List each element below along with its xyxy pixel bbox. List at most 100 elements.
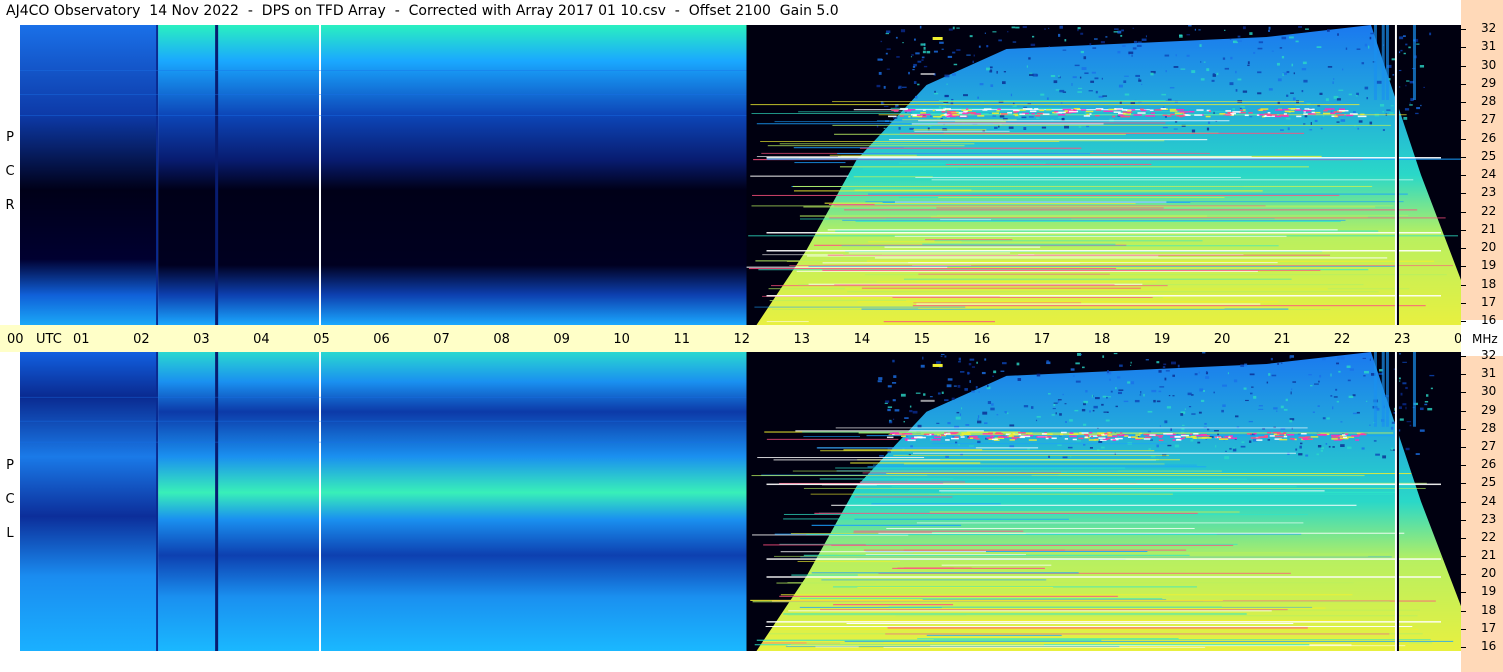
- noise-speckle: [1062, 49, 1067, 51]
- noise-speckle: [1118, 84, 1123, 88]
- noise-speckle: [1204, 422, 1207, 425]
- solar-noise-band: [1345, 433, 1349, 435]
- noise-speckle: [1076, 440, 1081, 442]
- frequency-tick: [1461, 628, 1466, 630]
- noise-speckle: [1340, 444, 1345, 447]
- noise-speckle: [1319, 92, 1323, 95]
- noise-speckle: [1373, 440, 1377, 442]
- noise-speckle: [1064, 403, 1067, 405]
- noise-speckle: [1159, 386, 1165, 388]
- noise-speckle: [919, 25, 922, 29]
- noise-speckle: [903, 420, 905, 423]
- noise-speckle: [1140, 391, 1142, 394]
- noise-speckle: [1089, 43, 1092, 46]
- noise-speckle: [1402, 35, 1406, 38]
- noise-speckle: [1138, 79, 1142, 82]
- noise-speckle: [969, 35, 973, 38]
- noise-speckle: [898, 126, 901, 130]
- noise-speckle: [951, 397, 955, 400]
- noise-speckle: [1338, 370, 1341, 373]
- solar-noise-band: [937, 439, 941, 441]
- noise-speckle: [1036, 416, 1041, 418]
- solar-noise-band: [1143, 433, 1151, 436]
- noise-speckle: [1389, 112, 1394, 115]
- noise-speckle: [1242, 26, 1246, 30]
- noise-speckle: [1165, 370, 1170, 372]
- solar-noise-band: [1302, 109, 1312, 112]
- solar-noise-band: [1298, 436, 1309, 439]
- noise-speckle: [1120, 34, 1123, 37]
- solar-noise-band: [904, 110, 912, 112]
- noise-speckle: [883, 105, 889, 108]
- noise-speckle: [1241, 441, 1245, 443]
- noise-speckle: [910, 56, 913, 58]
- noise-speckle: [1316, 453, 1320, 456]
- noise-speckle: [1167, 98, 1172, 101]
- noise-speckle: [992, 375, 994, 377]
- solar-noise-band: [1012, 109, 1020, 112]
- noise-speckle: [1280, 129, 1284, 131]
- solar-noise-band: [986, 437, 994, 439]
- utc-tick-label: 13: [793, 332, 811, 347]
- rcp-letter-r: P: [6, 130, 14, 145]
- solar-noise-band: [945, 439, 950, 441]
- noise-speckle: [1084, 72, 1089, 75]
- solar-noise-band: [1323, 112, 1331, 115]
- noise-speckle: [1130, 381, 1135, 385]
- rfi-line: [850, 462, 981, 464]
- noise-speckle: [1321, 447, 1324, 450]
- solar-noise-band: [1057, 114, 1066, 116]
- noise-speckle: [1181, 424, 1185, 426]
- noise-speckle: [1322, 115, 1325, 117]
- noise-speckle: [1122, 45, 1126, 48]
- noise-speckle: [1303, 123, 1306, 125]
- solar-noise-band: [1127, 110, 1131, 112]
- rfi-line: [840, 563, 1154, 565]
- solar-noise-band: [1360, 113, 1365, 116]
- noise-speckle: [953, 63, 958, 66]
- noise-speckle: [1427, 407, 1433, 411]
- noise-speckle: [1235, 89, 1238, 92]
- frequency-tick: [1461, 248, 1466, 249]
- noise-speckle: [1426, 394, 1429, 397]
- noise-speckle: [958, 357, 962, 361]
- solar-noise-band: [1256, 439, 1263, 441]
- rfi-line: [793, 190, 1263, 192]
- rfi-line: [760, 141, 1060, 143]
- noise-speckle: [1077, 27, 1081, 30]
- noise-speckle: [1048, 46, 1051, 48]
- noise-speckle: [1035, 419, 1038, 422]
- noise-speckle: [1249, 32, 1253, 35]
- frequency-tick: [1461, 138, 1466, 140]
- rfi-line: [940, 459, 1159, 461]
- noise-speckle: [1363, 375, 1366, 377]
- noise-speckle: [1235, 415, 1239, 418]
- frequency-tick-label: 29: [1481, 402, 1497, 417]
- solar-noise-band: [1343, 436, 1348, 439]
- noise-speckle: [1298, 25, 1303, 28]
- noise-speckle: [885, 32, 890, 35]
- noise-speckle: [1023, 127, 1027, 130]
- noise-speckle: [1121, 29, 1124, 32]
- noise-speckle: [1058, 75, 1060, 78]
- solar-noise-band: [941, 111, 946, 113]
- noise-speckle: [971, 366, 976, 368]
- rfi-line: [783, 513, 1308, 515]
- noise-speckle: [1346, 365, 1351, 368]
- solar-noise-band: [1107, 434, 1113, 437]
- noise-speckle: [1110, 390, 1113, 393]
- solar-noise-band: [1184, 114, 1189, 116]
- rfi-line: [861, 287, 1141, 289]
- solar-noise-band: [1145, 115, 1156, 117]
- noise-speckle: [1409, 102, 1411, 104]
- rfi-line: [765, 626, 1413, 628]
- rfi-line: [865, 553, 1026, 555]
- noise-speckle: [1004, 411, 1007, 414]
- solar-noise-band: [1279, 438, 1288, 441]
- rfi-line: [889, 570, 1187, 572]
- solar-noise-band: [916, 114, 921, 116]
- solar-noise-band: [1357, 115, 1367, 118]
- solar-noise-band: [1179, 111, 1189, 113]
- noise-speckle: [1123, 80, 1127, 83]
- noise-speckle: [1390, 105, 1394, 107]
